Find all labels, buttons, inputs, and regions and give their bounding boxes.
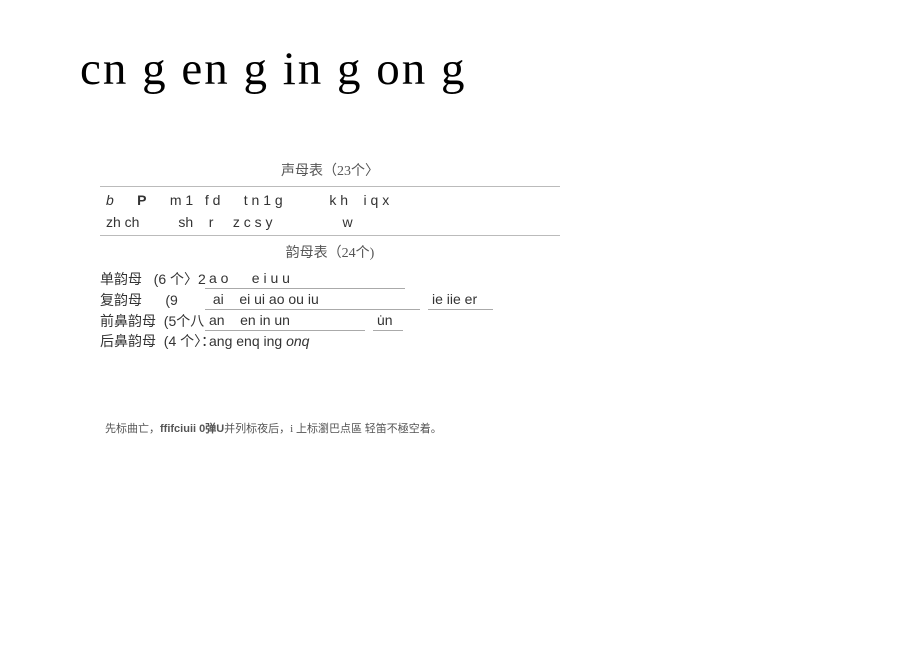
shengmu-b: b <box>106 190 114 210</box>
dan-cell: a o e i u u <box>205 268 405 289</box>
page-title: cn g en g in g on g <box>80 42 467 96</box>
dan-label: 单韵母 (6 个〉2 <box>100 269 205 289</box>
yunmu-row-houbi: 后鼻韵母 (4 个〉： ang enq ing onq <box>100 331 560 351</box>
shengmu-rest-1: m 1 f d t n 1 g k h i q x <box>146 190 389 210</box>
footnote: 先标曲亡，ffifciuii 0弹U并列标夜后，i 上标瀏巴点區 轻笛不極空着。 <box>105 420 442 436</box>
yunmu-row-qianbi: 前鼻韵母 (5个八 an en in un u̇n <box>100 310 560 331</box>
content-block: 声母表（23个〉 b P m 1 f d t n 1 g k h i q x z… <box>100 160 560 351</box>
fu-cell-1: ai ei ui ao ou iu <box>205 289 420 310</box>
fu-cell-2: ie iie er <box>428 289 493 310</box>
yunmu-row-fu: 复韵母 (9 ai ei ui ao ou iu ie iie er <box>100 289 560 310</box>
footnote-post: 并列标夜后，i 上标瀏巴点區 轻笛不極空着。 <box>224 423 442 435</box>
qianbi-label: 前鼻韵母 (5个八 <box>100 311 205 331</box>
shengmu-p: P <box>137 190 146 210</box>
footnote-mid: ffifciuii 0弹U <box>160 423 224 435</box>
houbi-label: 后鼻韵母 (4 个〉： <box>100 331 205 351</box>
qianbi-cell-2: u̇n <box>373 310 403 331</box>
shengmu-heading: 声母表（23个〉 <box>100 160 560 180</box>
divider <box>100 186 560 187</box>
shengmu-row-2: zh ch sh r z c s y w <box>100 211 560 233</box>
qianbi-cell-1: an en in un <box>205 310 365 331</box>
yunmu-row-dan: 单韵母 (6 个〉2 a o e i u u <box>100 268 560 289</box>
divider <box>100 235 560 236</box>
footnote-pre: 先标曲亡， <box>105 423 160 435</box>
fu-label: 复韵母 (9 <box>100 290 205 310</box>
houbi-cell-1: ang enq ing onq <box>205 331 313 351</box>
yunmu-heading: 韵母表（24个) <box>100 242 560 262</box>
shengmu-row-1: b P m 1 f d t n 1 g k h i q x <box>100 189 560 211</box>
